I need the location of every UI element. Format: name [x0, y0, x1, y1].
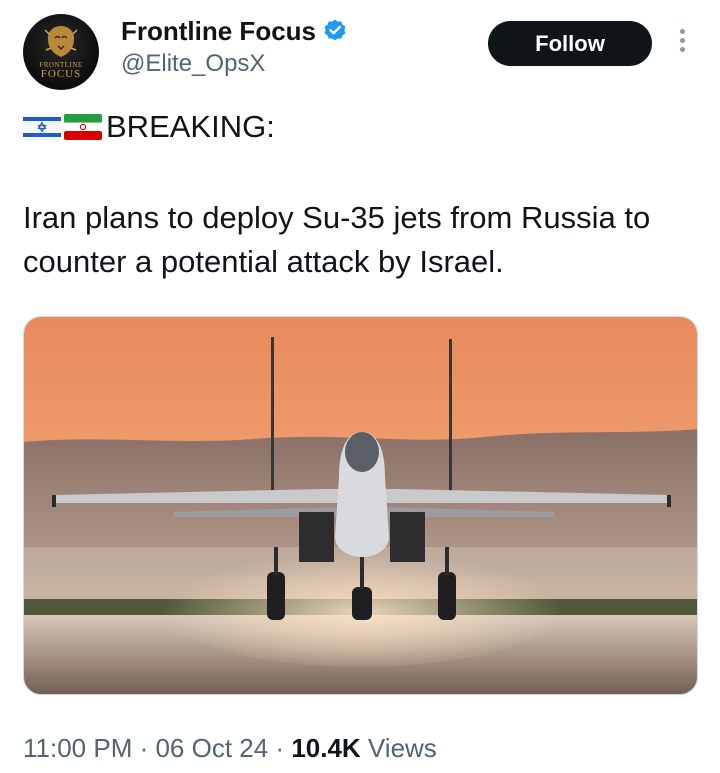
views-count[interactable]: 10.4K: [291, 733, 360, 763]
israel-flag-icon: [23, 114, 61, 140]
verified-badge-icon: [324, 19, 346, 41]
tweet-date[interactable]: 06 Oct 24: [155, 733, 268, 763]
iran-flag-icon: [64, 114, 102, 140]
headline-text: BREAKING:: [106, 109, 275, 144]
views-label: Views: [360, 733, 437, 763]
author-name-row: Frontline Focus: [121, 15, 348, 47]
avatar[interactable]: FRONTLINE FOCUS: [23, 14, 99, 90]
follow-button[interactable]: Follow: [488, 21, 652, 66]
more-vertical-icon[interactable]: [672, 29, 692, 59]
tweet-header: FRONTLINE FOCUS Frontline Focus @Elite_O…: [0, 0, 720, 100]
lion-head-icon: [44, 26, 78, 57]
tweet-media-image[interactable]: [23, 316, 698, 695]
author-handle[interactable]: @Elite_OpsX: [121, 50, 265, 78]
meta-separator: ·: [132, 733, 156, 763]
avatar-logo-line2: FOCUS: [40, 68, 82, 80]
author-display-name[interactable]: Frontline Focus: [121, 16, 316, 47]
tweet-meta: 11:00 PM · 06 Oct 24 · 10.4K Views: [23, 733, 437, 764]
meta-separator: ·: [268, 733, 292, 763]
fighter-jet-photo: [24, 317, 697, 694]
tweet-time[interactable]: 11:00 PM: [23, 733, 132, 763]
headline-row: BREAKING:: [23, 108, 275, 146]
tweet-text: Iran plans to deploy Su-35 jets from Rus…: [23, 200, 651, 279]
